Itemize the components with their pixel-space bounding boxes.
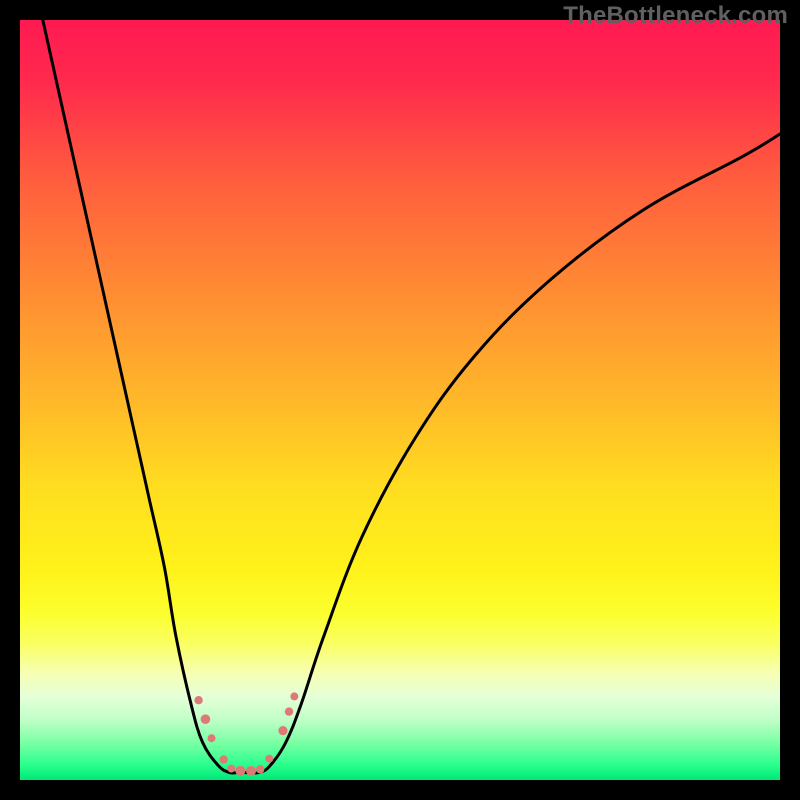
data-markers (194, 692, 298, 775)
data-marker (201, 714, 211, 724)
data-marker (194, 696, 202, 704)
chart-overlay (20, 20, 780, 780)
data-marker (256, 765, 264, 773)
data-marker (227, 765, 235, 773)
data-marker (278, 726, 287, 735)
data-marker (285, 707, 293, 715)
data-marker (219, 755, 227, 763)
bottleneck-curve (43, 20, 780, 773)
data-marker (290, 692, 298, 700)
data-marker (208, 734, 216, 742)
data-marker (235, 766, 245, 776)
watermark-label: TheBottleneck.com (563, 2, 788, 30)
data-marker (246, 766, 256, 776)
bottleneck-curve-path (43, 20, 780, 773)
data-marker (265, 755, 273, 763)
